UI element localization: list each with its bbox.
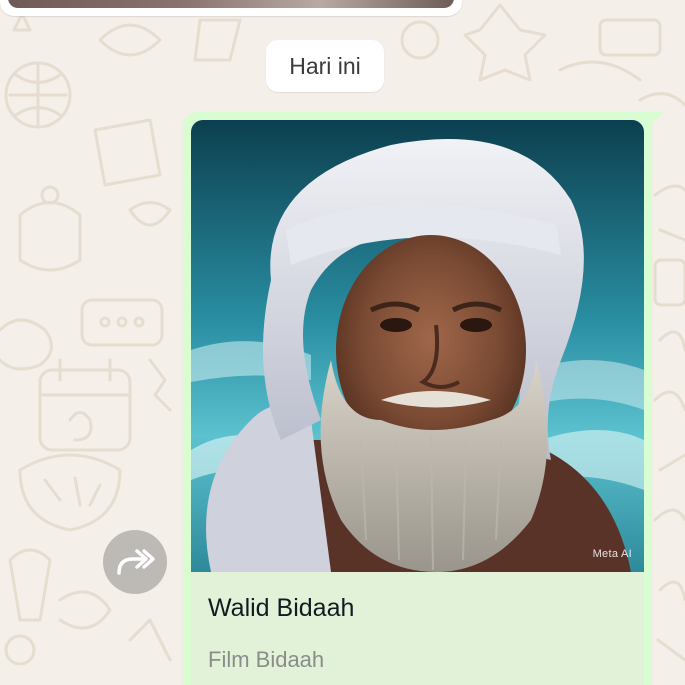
previous-message-image[interactable] bbox=[8, 0, 454, 8]
link-preview-subtitle[interactable]: Film Bidaah bbox=[208, 647, 324, 673]
meta-ai-watermark: Meta AI bbox=[592, 548, 632, 560]
previous-message-bubble[interactable] bbox=[0, 0, 462, 16]
bubble-tail bbox=[648, 112, 664, 128]
link-preview-title[interactable]: Walid Bidaah bbox=[208, 594, 354, 623]
forward-button[interactable] bbox=[103, 530, 167, 594]
date-separator-chip: Hari ini bbox=[266, 40, 384, 92]
forward-arrow-icon bbox=[117, 549, 155, 575]
link-preview-image[interactable] bbox=[191, 120, 644, 572]
link-preview-card[interactable]: Meta AI Walid Bidaah Film Bidaah bbox=[191, 120, 644, 685]
